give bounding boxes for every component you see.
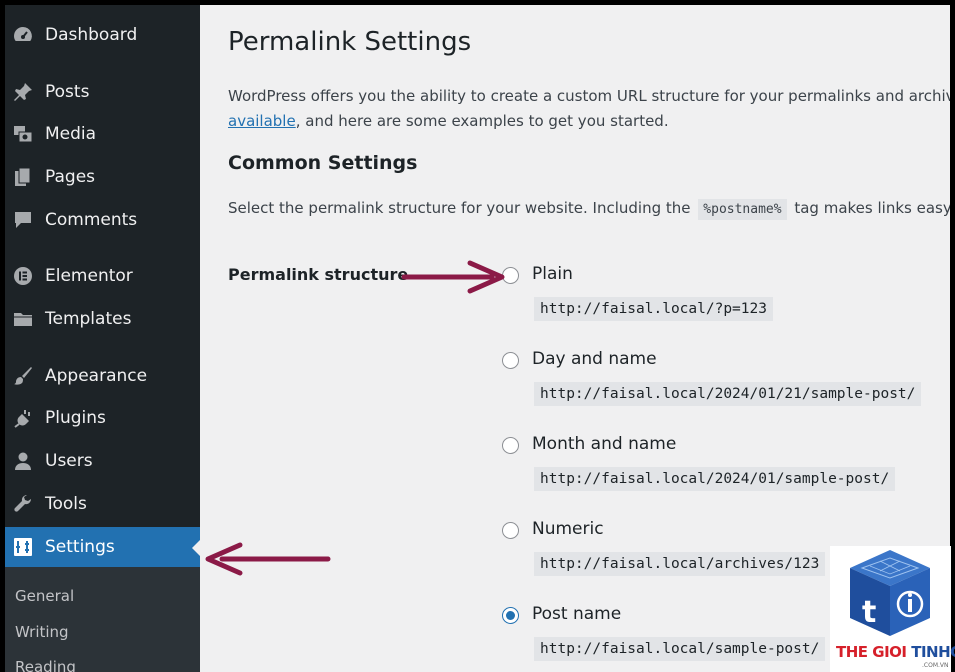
radio-month-and-name[interactable] bbox=[502, 437, 519, 454]
watermark-text: THE GIOI TINHOC bbox=[836, 643, 955, 661]
pages-icon bbox=[12, 166, 34, 188]
arrow-annotation-settings-icon bbox=[205, 542, 331, 576]
settings-submenu: General Writing Reading bbox=[5, 567, 200, 672]
media-icon bbox=[12, 123, 34, 145]
option-example-url: http://faisal.local/sample-post/ bbox=[534, 637, 826, 661]
watermark-logo: t THE GIOI TINHOC .COM.VN bbox=[830, 546, 955, 672]
intro-line-1: WordPress offers you the ability to crea… bbox=[228, 87, 950, 105]
elementor-icon bbox=[12, 265, 34, 287]
pin-icon bbox=[12, 81, 34, 103]
postname-tag-code: %postname% bbox=[698, 199, 787, 220]
cube-logo-icon: t bbox=[850, 550, 930, 636]
option-label[interactable]: Plain bbox=[532, 264, 573, 284]
sidebar-item-settings[interactable]: Settings bbox=[5, 527, 201, 567]
sidebar-item-label: Elementor bbox=[45, 266, 133, 286]
sidebar-item-label: Appearance bbox=[45, 366, 148, 386]
option-example-url: http://faisal.local/2024/01/21/sample-po… bbox=[534, 382, 922, 406]
sidebar-item-posts[interactable]: Posts bbox=[5, 72, 200, 112]
option-label[interactable]: Numeric bbox=[532, 519, 604, 539]
sidebar-item-appearance[interactable]: Appearance bbox=[5, 356, 200, 396]
sidebar-item-templates[interactable]: Templates bbox=[5, 299, 200, 339]
svg-text:t: t bbox=[862, 595, 876, 630]
sidebar-item-tools[interactable]: Tools bbox=[5, 484, 200, 524]
sidebar-item-users[interactable]: Users bbox=[5, 441, 200, 481]
permalink-structure-label: Permalink structure bbox=[228, 265, 409, 284]
plug-icon bbox=[12, 407, 34, 429]
intro-line-2: , and here are some examples to get you … bbox=[295, 112, 669, 130]
sidebar-item-comments[interactable]: Comments bbox=[5, 200, 200, 240]
watermark-text-blue: TINHOC bbox=[911, 643, 955, 661]
sidebar-item-label: Templates bbox=[45, 309, 132, 329]
submenu-item-general[interactable]: General bbox=[15, 587, 74, 605]
option-example-url: http://faisal.local/?p=123 bbox=[534, 297, 773, 321]
submenu-item-writing[interactable]: Writing bbox=[15, 623, 69, 641]
watermark-sub: .COM.VN bbox=[922, 662, 949, 669]
radio-day-and-name[interactable] bbox=[502, 352, 519, 369]
option-example-url: http://faisal.local/2024/01/sample-post/ bbox=[534, 467, 896, 491]
sidebar-item-label: Comments bbox=[45, 210, 138, 230]
option-label[interactable]: Month and name bbox=[532, 434, 676, 454]
available-tags-link[interactable]: available bbox=[228, 112, 296, 130]
sidebar-item-label: Posts bbox=[45, 82, 90, 102]
folder-icon bbox=[12, 308, 34, 330]
sidebar-item-label: Settings bbox=[45, 537, 115, 557]
page-title: Permalink Settings bbox=[228, 27, 472, 57]
option-label[interactable]: Post name bbox=[532, 604, 621, 624]
desc-text-after: tag makes links easy to u bbox=[794, 199, 950, 217]
dashboard-icon bbox=[12, 24, 34, 46]
sidebar-item-label: Pages bbox=[45, 167, 96, 187]
brush-icon bbox=[12, 365, 34, 387]
arrow-annotation-plain-icon bbox=[401, 260, 505, 294]
desc-text-before: Select the permalink structure for your … bbox=[228, 199, 691, 217]
radio-numeric[interactable] bbox=[502, 522, 519, 539]
sidebar-item-dashboard[interactable]: Dashboard bbox=[5, 15, 200, 55]
submenu-item-reading[interactable]: Reading bbox=[15, 658, 76, 672]
sidebar-item-pages[interactable]: Pages bbox=[5, 157, 200, 197]
sidebar-item-label: Users bbox=[45, 451, 93, 471]
radio-post-name[interactable] bbox=[502, 607, 519, 624]
admin-sidebar: Dashboard Posts Media Pages Comments Ele… bbox=[5, 5, 201, 672]
sidebar-item-label: Dashboard bbox=[45, 25, 138, 45]
comment-icon bbox=[12, 209, 34, 231]
sidebar-item-label: Plugins bbox=[45, 408, 106, 428]
option-example-url: http://faisal.local/archives/123 bbox=[534, 552, 826, 576]
option-label[interactable]: Day and name bbox=[532, 349, 657, 369]
section-title: Common Settings bbox=[228, 152, 418, 174]
intro-text: WordPress offers you the ability to crea… bbox=[228, 84, 950, 134]
sidebar-item-plugins[interactable]: Plugins bbox=[5, 398, 200, 438]
user-icon bbox=[12, 450, 34, 472]
sidebar-item-elementor[interactable]: Elementor bbox=[5, 256, 200, 296]
wrench-icon bbox=[12, 493, 34, 515]
watermark-text-red: THE GIOI bbox=[836, 643, 907, 661]
sidebar-item-label: Tools bbox=[45, 494, 87, 514]
screenshot-frame: Dashboard Posts Media Pages Comments Ele… bbox=[5, 5, 950, 672]
sidebar-item-media[interactable]: Media bbox=[5, 114, 200, 154]
sidebar-item-label: Media bbox=[45, 124, 97, 144]
section-description: Select the permalink structure for your … bbox=[228, 197, 950, 221]
settings-icon bbox=[12, 536, 34, 558]
